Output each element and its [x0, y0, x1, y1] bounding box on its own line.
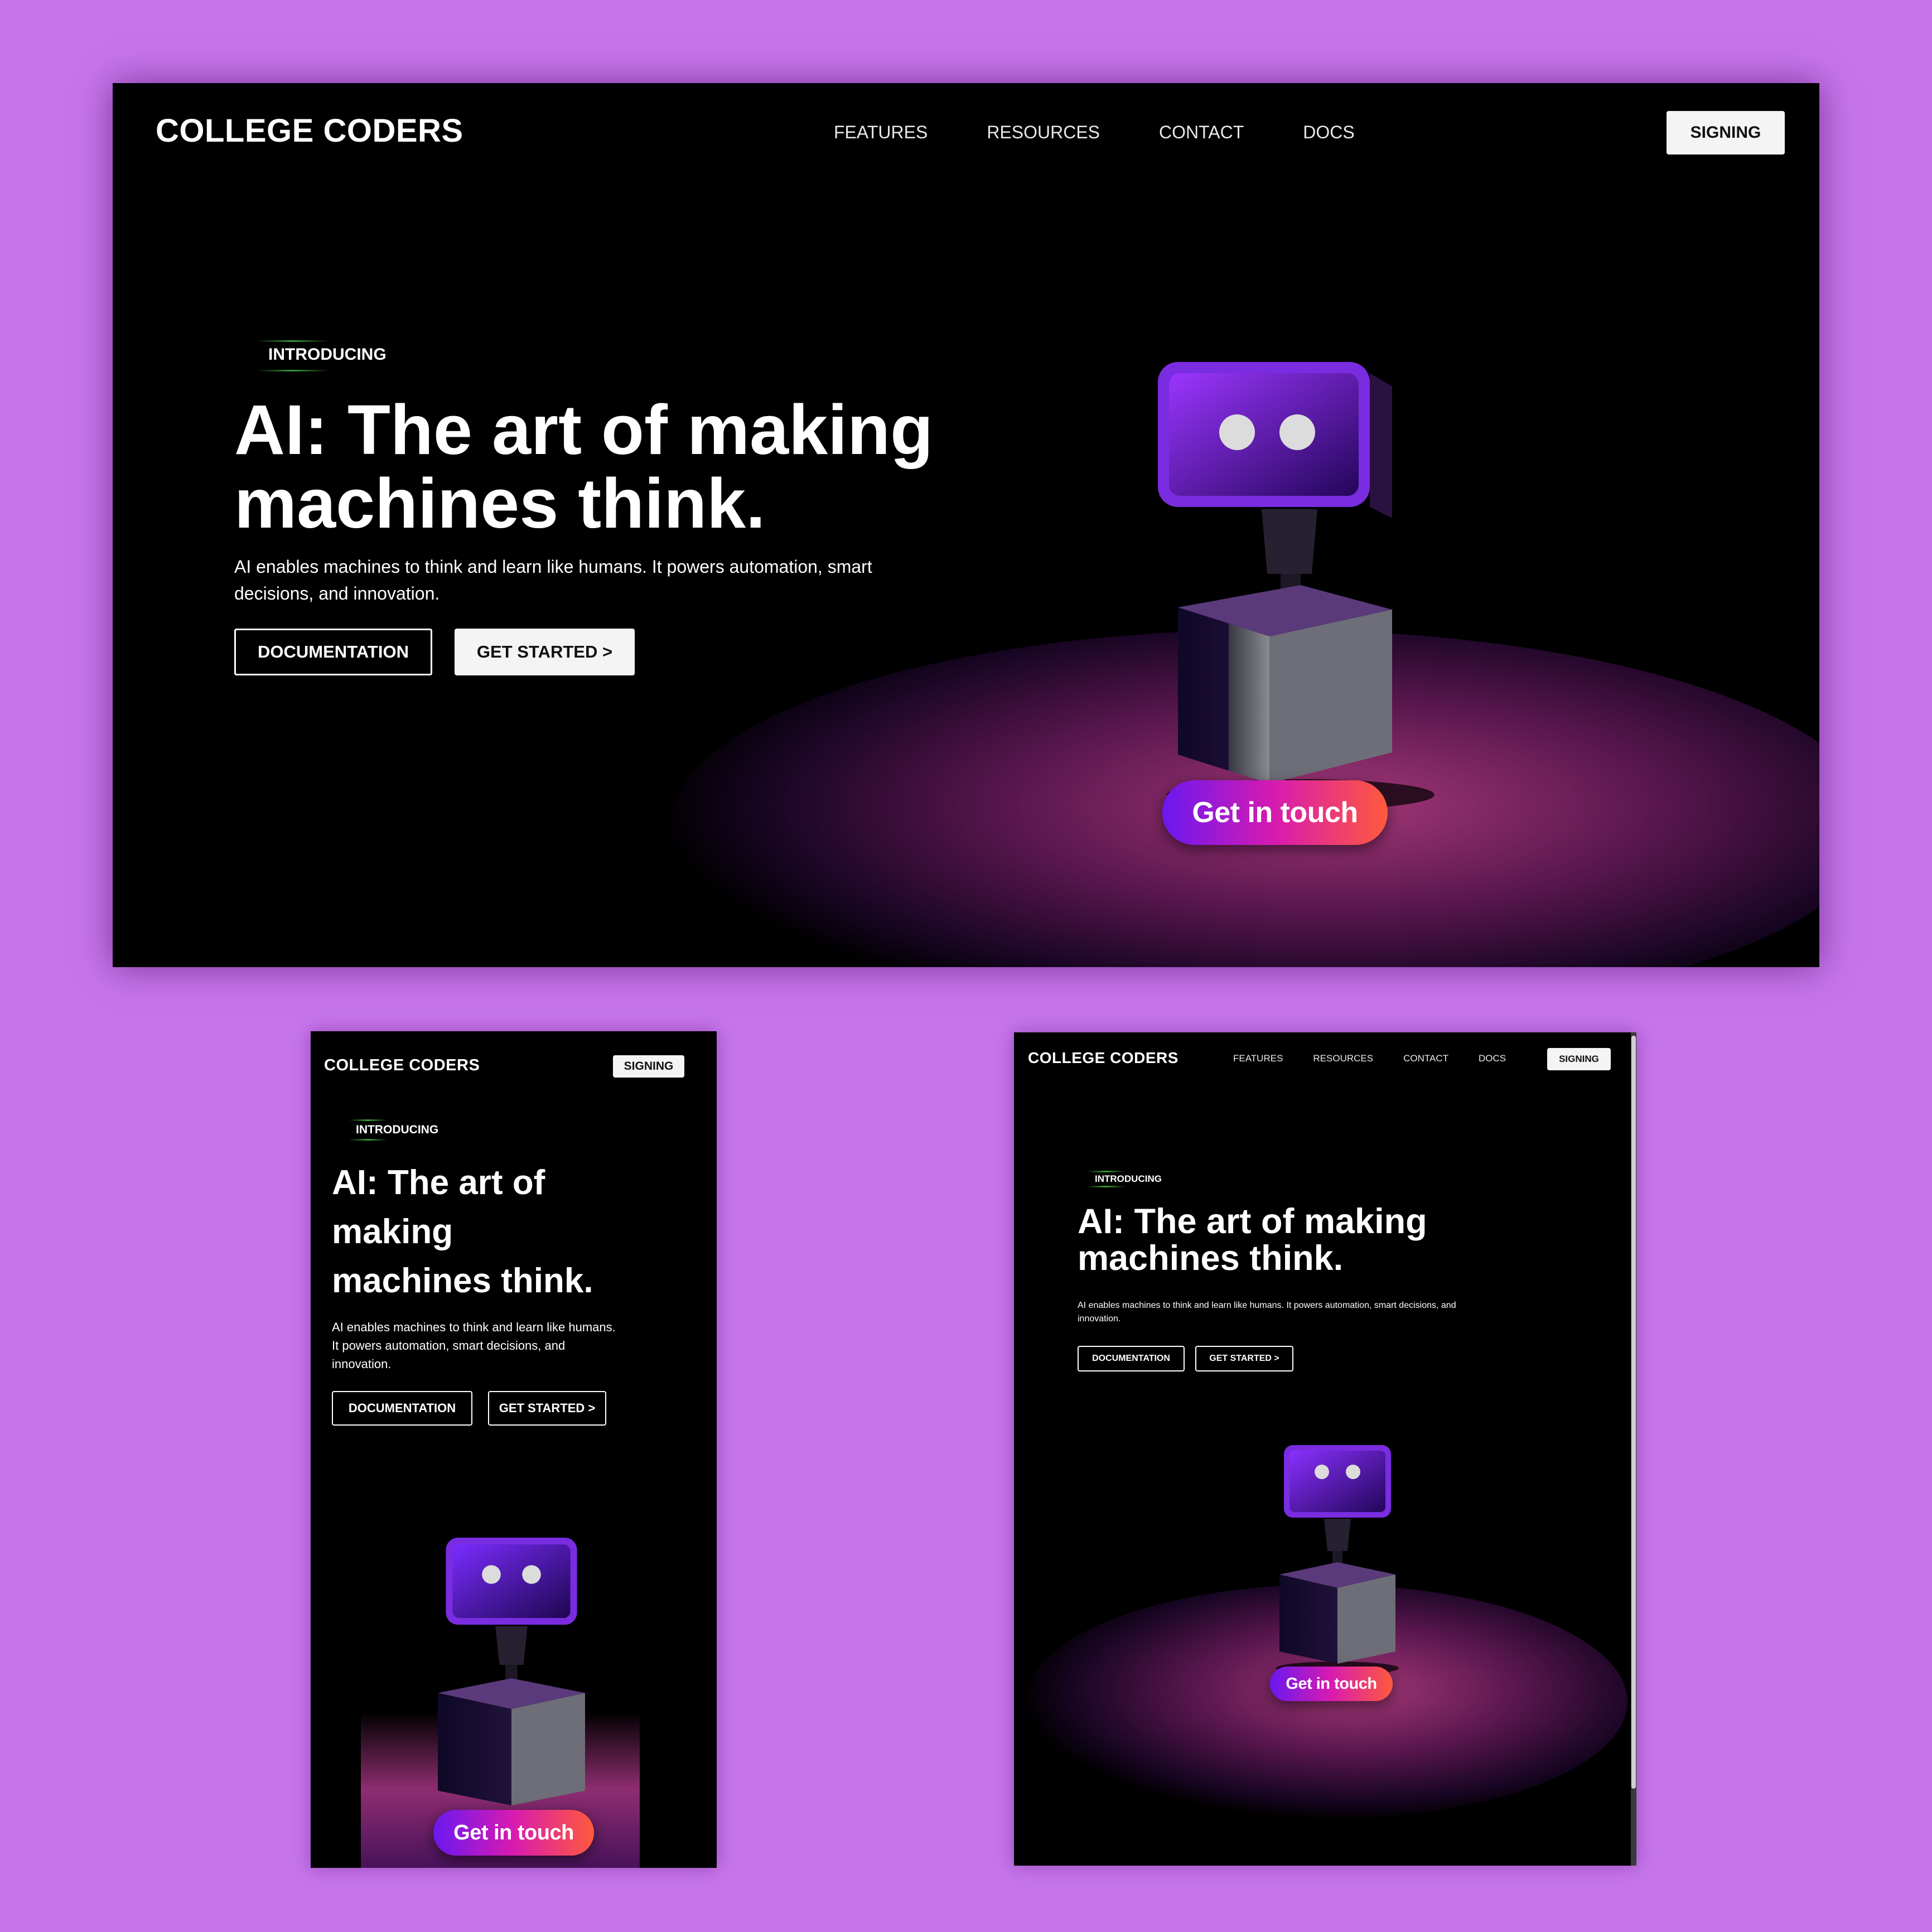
hero-description: AI enables machines to think and learn l…	[234, 557, 872, 603]
documentation-button[interactable]: DOCUMENTATION	[1078, 1346, 1185, 1371]
hero-description: AI enables machines to think and learn l…	[1078, 1301, 1456, 1324]
nav-contact[interactable]: CONTACT	[1403, 1053, 1448, 1064]
headline-line-3: machines think.	[332, 1262, 593, 1301]
desktop-preview: COLLEGE CODERS FEATURES RESOURCES CONTAC…	[113, 83, 1819, 967]
hero-headline: AI: The art of making machines think.	[332, 1158, 593, 1306]
scrollbar-track[interactable]	[1631, 1032, 1636, 1866]
intro-eyebrow: INTRODUCING	[1095, 1173, 1162, 1184]
scrollbar-thumb[interactable]	[1631, 1036, 1636, 1789]
nav-contact[interactable]: CONTACT	[1159, 122, 1244, 143]
intro-eyebrow: INTRODUCING	[268, 345, 387, 364]
intro-accent-bottom	[349, 1139, 388, 1141]
robot-illustration	[1158, 362, 1434, 810]
get-started-button[interactable]: GET STARTED >	[455, 629, 635, 675]
brand-logo[interactable]: COLLEGE CODERS	[156, 112, 463, 149]
hero-headline: AI: The art of making machines think.	[1078, 1203, 1427, 1277]
documentation-button[interactable]: DOCUMENTATION	[234, 629, 432, 675]
get-started-button[interactable]: GET STARTED >	[1195, 1346, 1293, 1371]
nav-features[interactable]: FEATURES	[834, 122, 928, 143]
get-in-touch-button[interactable]: Get in touch	[433, 1810, 594, 1856]
headline-line-2: making	[332, 1213, 453, 1252]
tablet-preview: COLLEGE CODERS FEATURES RESOURCES CONTAC…	[1014, 1032, 1636, 1866]
brand-logo[interactable]: COLLEGE CODERS	[324, 1056, 480, 1075]
nav-resources[interactable]: RESOURCES	[1313, 1053, 1373, 1064]
headline-line-1: AI: The art of	[332, 1163, 545, 1202]
nav-resources[interactable]: RESOURCES	[987, 122, 1100, 143]
intro-accent-bottom	[1086, 1186, 1126, 1187]
get-in-touch-button[interactable]: Get in touch	[1162, 780, 1388, 845]
nav-docs[interactable]: DOCS	[1479, 1053, 1506, 1064]
brand-logo[interactable]: COLLEGE CODERS	[1028, 1049, 1178, 1067]
signin-button[interactable]: SIGNING	[613, 1055, 684, 1078]
mobile-preview: COLLEGE CODERS SIGNING INTRODUCING AI: T…	[311, 1031, 717, 1868]
headline-line-1: AI: The art of making	[234, 390, 934, 469]
robot-illustration	[1276, 1445, 1399, 1675]
get-started-button[interactable]: GET STARTED >	[488, 1391, 606, 1426]
signin-button[interactable]: SIGNING	[1547, 1048, 1611, 1070]
nav-docs[interactable]: DOCS	[1303, 122, 1354, 143]
hero-description: AI enables machines to think and learn l…	[332, 1320, 616, 1371]
main-nav: FEATURES RESOURCES CONTACT DOCS	[834, 122, 1355, 143]
main-nav: FEATURES RESOURCES CONTACT DOCS	[1233, 1053, 1506, 1064]
intro-accent-top	[349, 1119, 388, 1121]
get-in-touch-button[interactable]: Get in touch	[1270, 1667, 1393, 1701]
hero-headline: AI: The art of making machines think.	[234, 393, 933, 541]
intro-accent-bottom	[257, 370, 329, 371]
robot-illustration	[438, 1538, 585, 1805]
intro-eyebrow: INTRODUCING	[356, 1123, 439, 1136]
headline-line-2: machines think.	[234, 464, 766, 543]
documentation-button[interactable]: DOCUMENTATION	[332, 1391, 472, 1426]
nav-features[interactable]: FEATURES	[1233, 1053, 1283, 1064]
intro-accent-top	[257, 340, 329, 342]
headline-line-2: machines think.	[1078, 1239, 1344, 1278]
signin-button[interactable]: SIGNING	[1667, 111, 1785, 154]
headline-line-1: AI: The art of making	[1078, 1202, 1427, 1241]
intro-accent-top	[1086, 1171, 1126, 1172]
